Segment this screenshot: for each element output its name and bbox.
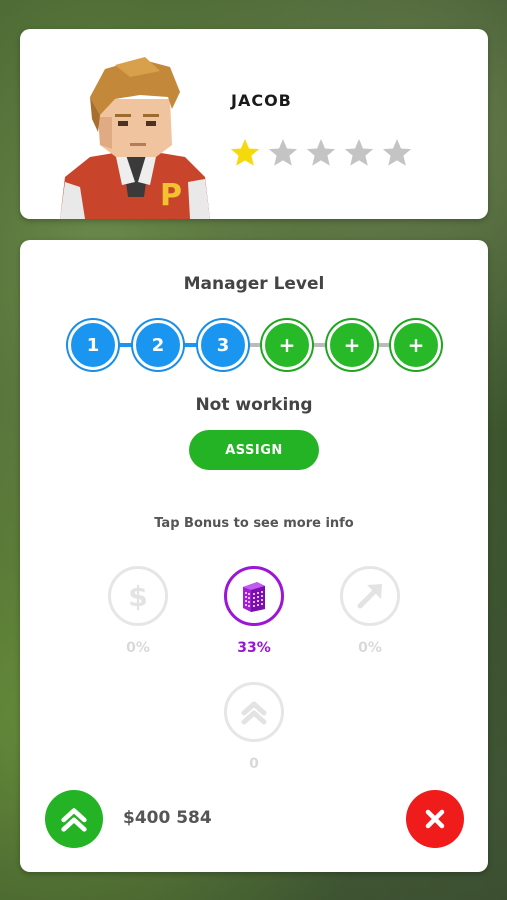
speed-bonus-button[interactable] [340,566,400,626]
upgrade-manager-button[interactable] [45,790,103,848]
dollar-icon: $ [128,580,147,613]
panel-title: Manager Level [183,274,325,294]
manager-rating [229,137,413,169]
manager-level-panel: Manager Level 1 2 3 + + + Not working AS… [20,240,488,872]
level-1-badge: 1 [68,320,118,370]
level-3-badge: 3 [198,320,248,370]
svg-text:P: P [160,178,182,213]
double-chevron-up-icon [61,808,87,832]
bonus-hint: Tap Bonus to see more info [154,516,354,531]
speed-bonus-value: 0% [358,640,382,656]
star-empty-icon [382,139,412,166]
close-button[interactable] [406,790,464,848]
star-empty-icon [268,139,298,166]
manager-profile-card: P JACOB [20,29,488,219]
star-empty-icon [306,139,336,166]
star-empty-icon [344,139,374,166]
star-filled-icon [230,139,260,166]
building-bonus-button[interactable] [224,566,284,626]
close-icon [425,809,445,829]
manager-avatar: P [60,57,210,219]
upgrade-bonus-value: 0 [249,756,259,772]
building-bonus-value: 33% [237,640,271,656]
double-chevron-up-icon [241,701,267,725]
level-upgrade-button[interactable]: + [262,320,312,370]
arrow-up-right-icon [357,584,382,609]
svg-text:$: $ [128,580,147,613]
level-upgrade-button[interactable]: + [327,320,377,370]
work-status: Not working [195,395,313,415]
money-bonus-value: 0% [126,640,150,656]
upgrade-bonus-button[interactable] [224,682,284,742]
level-2-badge: 2 [133,320,183,370]
level-track: 1 2 3 + + + [68,320,441,370]
level-upgrade-button[interactable]: + [391,320,441,370]
assign-button[interactable]: ASSIGN [189,430,319,470]
money-bonus-button[interactable]: $ [108,566,168,626]
upgrade-price: $400 584 [123,808,212,828]
building-icon [243,582,265,612]
manager-name: JACOB [231,91,292,110]
